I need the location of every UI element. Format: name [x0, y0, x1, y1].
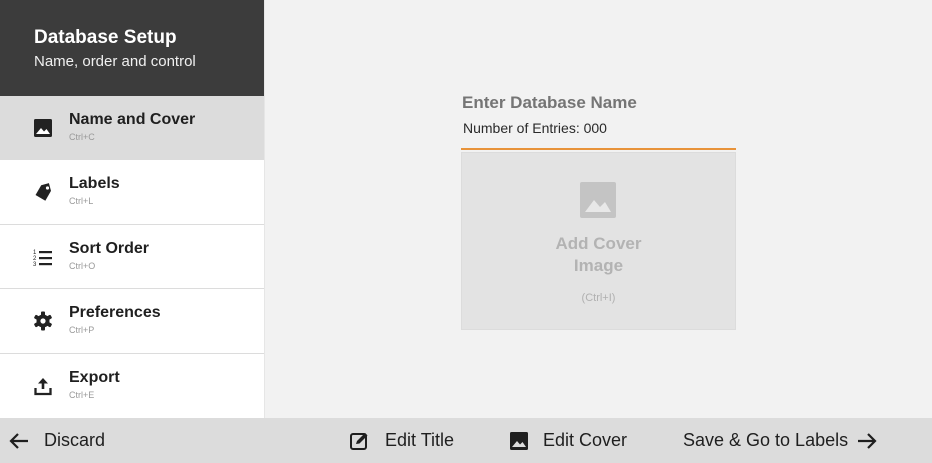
discard-button[interactable]: Discard	[8, 418, 105, 463]
edit-icon	[349, 431, 371, 451]
sidebar: Database Setup Name, order and control N…	[0, 0, 265, 418]
edit-title-button[interactable]: Edit Title	[349, 418, 454, 463]
edit-cover-button[interactable]: Edit Cover	[509, 418, 627, 463]
arrow-right-icon	[856, 431, 878, 451]
image-icon	[578, 180, 618, 220]
sidebar-subtitle: Name, order and control	[34, 53, 196, 70]
image-icon	[509, 431, 529, 451]
add-cover-image-button[interactable]: Add Cover Image (Ctrl+I)	[461, 152, 736, 330]
svg-text:3: 3	[33, 262, 37, 267]
sidebar-item-label: Labels	[69, 175, 120, 193]
upload-icon	[33, 376, 53, 396]
save-and-go-to-labels-button[interactable]: Save & Go to Labels	[683, 418, 878, 463]
database-name-area: Number of Entries: 000	[461, 92, 736, 150]
gear-icon	[33, 311, 53, 331]
edit-title-label: Edit Title	[385, 430, 455, 450]
add-cover-shortcut: (Ctrl+I)	[581, 292, 616, 304]
sidebar-item-sort-order[interactable]: 1 2 3 Sort Order Ctrl+O	[0, 225, 264, 290]
add-cover-label: Add Cover Image	[555, 234, 642, 275]
sidebar-item-shortcut: Ctrl+O	[69, 260, 96, 271]
sidebar-item-shortcut: Ctrl+P	[69, 325, 95, 336]
sidebar-item-shortcut: Ctrl+L	[69, 196, 94, 207]
sidebar-item-label: Export	[69, 368, 120, 386]
arrow-left-icon	[8, 431, 30, 451]
bottom-action-bar: Discard Edit Title Edit Cover Save & Go …	[0, 418, 932, 463]
sidebar-item-export[interactable]: Export Ctrl+E	[0, 354, 264, 418]
numbered-list-icon: 1 2 3	[33, 247, 53, 267]
sidebar-item-shortcut: Ctrl+E	[69, 389, 95, 400]
sidebar-item-label: Name and Cover	[69, 111, 196, 128]
discard-label: Discard	[44, 430, 106, 450]
database-name-input[interactable]	[462, 93, 732, 113]
edit-cover-label: Edit Cover	[543, 430, 628, 450]
sidebar-item-labels[interactable]: Labels Ctrl+L	[0, 160, 264, 225]
sidebar-item-preferences[interactable]: Preferences Ctrl+P	[0, 289, 264, 354]
sidebar-item-label: Sort Order	[69, 239, 150, 257]
sidebar-item-label: Preferences	[69, 304, 161, 322]
sidebar-title: Database Setup	[34, 27, 177, 48]
tag-icon	[33, 182, 53, 202]
image-icon	[33, 118, 53, 138]
sidebar-item-shortcut: Ctrl+C	[69, 132, 95, 142]
save-label: Save & Go to Labels	[683, 430, 849, 450]
sidebar-item-name-and-cover[interactable]: Name and Cover Ctrl+C	[0, 96, 264, 161]
sidebar-header: Database Setup Name, order and control	[0, 0, 264, 96]
entries-count: Number of Entries: 000	[463, 120, 607, 136]
